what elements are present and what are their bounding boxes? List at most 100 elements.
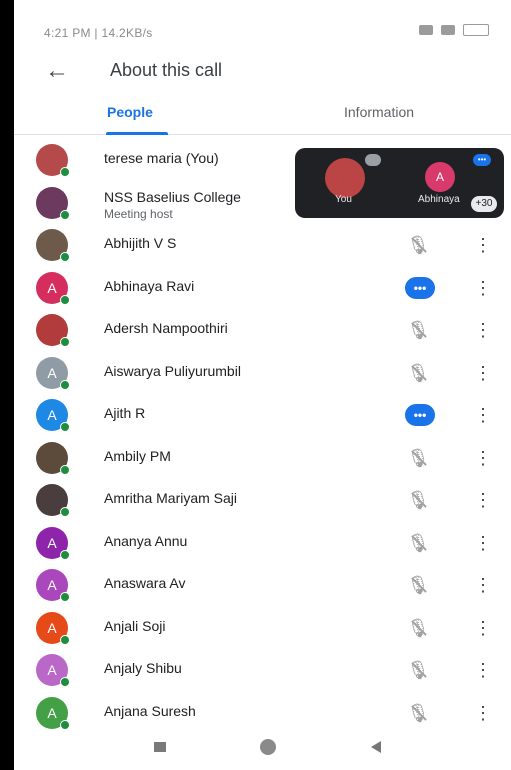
speaking-icon: ••• — [405, 404, 435, 426]
signal-icon — [419, 25, 433, 35]
participant-name: Anjaly Shibu — [104, 660, 182, 676]
back-button[interactable]: ← — [42, 56, 72, 86]
avatar-letter: A — [47, 280, 57, 296]
mic-off-icon: 🎙 — [406, 616, 430, 640]
mute-slash — [411, 535, 427, 551]
online-status-icon — [60, 550, 70, 560]
participant-name: Ananya Annu — [104, 533, 188, 549]
picture-in-picture[interactable]: You A ••• Abhinaya +30 — [295, 148, 504, 218]
online-status-icon — [60, 380, 70, 390]
online-status-icon — [60, 592, 70, 602]
participant-row[interactable]: A Anjali Soji 🎙 ⋮ — [14, 612, 511, 654]
pip-avatar: A — [425, 162, 455, 192]
speaking-icon: ••• — [473, 154, 491, 166]
header: ← About this call — [14, 50, 511, 90]
online-status-icon — [60, 210, 70, 220]
online-status-icon — [60, 167, 70, 177]
status-icons — [419, 24, 489, 36]
home-button[interactable] — [258, 739, 278, 755]
mute-slash — [411, 577, 427, 593]
back-triangle-icon — [371, 741, 381, 753]
participant-name: Anjana Suresh — [104, 703, 196, 719]
mute-slash — [411, 620, 427, 636]
system-back-button[interactable] — [366, 740, 386, 754]
participant-name: Ambily PM — [104, 448, 171, 464]
battery-icon — [463, 24, 489, 36]
avatar: A — [36, 569, 70, 602]
pip-you-label: You — [335, 194, 352, 205]
more-options-button[interactable]: ⋮ — [473, 446, 493, 470]
mute-slash — [411, 492, 427, 508]
avatar: A — [36, 654, 70, 687]
participant-name: Abhinaya Ravi — [104, 278, 195, 294]
mute-slash — [411, 365, 427, 381]
participant-name: NSS Baselius College — [104, 189, 241, 205]
avatar — [36, 229, 70, 262]
tab-bar: People Information — [14, 96, 511, 135]
avatar — [36, 442, 70, 475]
participant-row[interactable]: Adersh Nampoothiri 🎙 ⋮ — [14, 314, 511, 356]
avatar: A — [36, 399, 70, 432]
participant-name: Anaswara Av — [104, 575, 186, 591]
participant-row[interactable]: Ambily PM 🎙 ⋮ — [14, 442, 511, 484]
participant-role: Meeting host — [104, 207, 173, 221]
wifi-icon — [441, 25, 455, 35]
mic-off-icon: 🎙 — [406, 658, 430, 682]
avatar-letter: A — [47, 535, 57, 551]
online-status-icon — [60, 465, 70, 475]
online-status-icon — [60, 252, 70, 262]
participant-row[interactable]: A Anaswara Av 🎙 ⋮ — [14, 569, 511, 611]
avatar: A — [36, 527, 70, 560]
more-options-button[interactable]: ⋮ — [473, 573, 493, 597]
arrow-back-icon: ← — [45, 57, 69, 84]
mute-slash — [411, 237, 427, 253]
recents-icon — [154, 742, 166, 752]
avatar: A — [36, 697, 70, 730]
tab-information[interactable]: Information — [344, 104, 414, 120]
mic-off-icon: 🎙 — [406, 318, 430, 342]
participant-row[interactable]: Abhijith V S 🎙 ⋮ — [14, 229, 511, 271]
avatar-letter: A — [47, 662, 57, 678]
online-status-icon — [60, 507, 70, 517]
recents-button[interactable] — [150, 740, 170, 754]
avatar: A — [36, 357, 70, 390]
screen: 4:21 PM | 14.2KB/s ← About this call Peo… — [14, 0, 511, 770]
online-status-icon — [60, 422, 70, 432]
participant-row[interactable]: A Ajith R ••• ⋮ — [14, 399, 511, 441]
participant-row[interactable]: A Ananya Annu 🎙 ⋮ — [14, 527, 511, 569]
mute-slash — [411, 322, 427, 338]
avatar-letter: A — [47, 705, 57, 721]
active-tab-indicator — [106, 132, 168, 135]
tab-people[interactable]: People — [107, 104, 153, 120]
avatar-letter: A — [47, 407, 57, 423]
more-options-button[interactable]: ⋮ — [473, 403, 493, 427]
more-options-button[interactable]: ⋮ — [473, 233, 493, 257]
more-options-button[interactable]: ⋮ — [473, 488, 493, 512]
avatar: A — [36, 612, 70, 645]
status-text: 4:21 PM | 14.2KB/s — [44, 26, 153, 40]
more-options-button[interactable]: ⋮ — [473, 658, 493, 682]
participant-row[interactable]: A Anjaly Shibu 🎙 ⋮ — [14, 654, 511, 696]
participant-name: Ajith R — [104, 405, 146, 421]
participant-row[interactable]: A Aiswarya Puliyurumbil 🎙 ⋮ — [14, 357, 511, 399]
mute-slash — [411, 705, 427, 721]
more-options-button[interactable]: ⋮ — [473, 276, 493, 300]
pip-participant-count: +30 — [471, 196, 497, 212]
online-status-icon — [60, 295, 70, 305]
participant-row[interactable]: Amritha Mariyam Saji 🎙 ⋮ — [14, 484, 511, 526]
mic-indicator-icon — [365, 154, 381, 166]
participant-name: Aiswarya Puliyurumbil — [104, 363, 241, 379]
participant-name: Abhijith V S — [104, 235, 177, 251]
more-options-button[interactable]: ⋮ — [473, 701, 493, 725]
participant-name: terese maria (You) — [104, 150, 219, 166]
participant-name: Anjali Soji — [104, 618, 166, 634]
more-options-button[interactable]: ⋮ — [473, 318, 493, 342]
participant-row[interactable]: A Abhinaya Ravi ••• ⋮ — [14, 272, 511, 314]
mic-off-icon: 🎙 — [406, 488, 430, 512]
avatar-letter: A — [47, 620, 57, 636]
more-options-button[interactable]: ⋮ — [473, 531, 493, 555]
participant-name: Adersh Nampoothiri — [104, 320, 228, 336]
more-options-button[interactable]: ⋮ — [473, 361, 493, 385]
avatar: A — [36, 272, 70, 305]
more-options-button[interactable]: ⋮ — [473, 616, 493, 640]
